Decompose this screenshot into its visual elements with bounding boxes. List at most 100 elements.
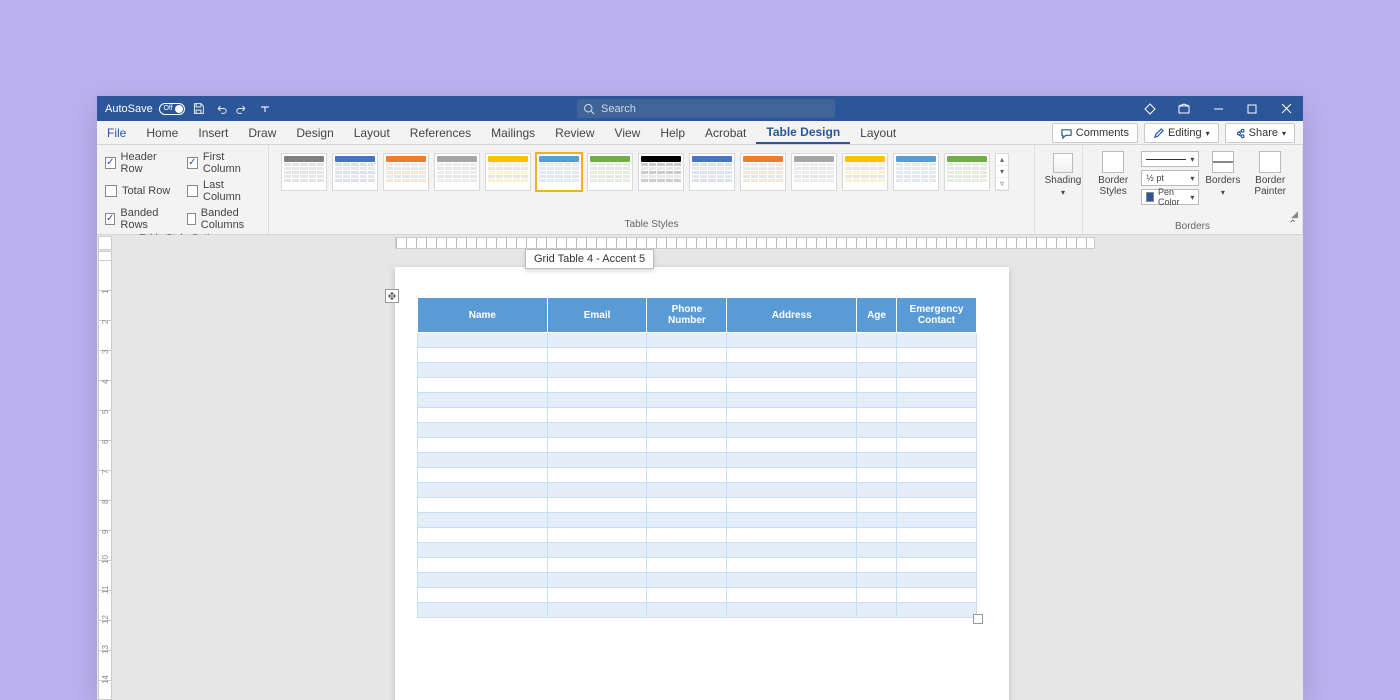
table-row[interactable] [418,453,977,468]
table-header-cell[interactable]: Phone Number [647,298,727,333]
tab-layout[interactable]: Layout [344,121,400,144]
tab-references[interactable]: References [400,121,481,144]
table-cell[interactable] [857,483,897,498]
table-cell[interactable] [727,483,857,498]
table-cell[interactable] [647,408,727,423]
tab-insert[interactable]: Insert [188,121,238,144]
table-cell[interactable] [857,408,897,423]
table-row[interactable] [418,528,977,543]
table-cell[interactable] [897,498,977,513]
table-row[interactable] [418,513,977,528]
table-row[interactable] [418,438,977,453]
table-cell[interactable] [727,348,857,363]
table-cell[interactable] [727,423,857,438]
table-cell[interactable] [547,453,647,468]
table-cell[interactable] [647,363,727,378]
table-cell[interactable] [547,438,647,453]
table-cell[interactable] [647,453,727,468]
table-row[interactable] [418,363,977,378]
table-cell[interactable] [727,588,857,603]
table-cell[interactable] [418,378,548,393]
table-cell[interactable] [418,588,548,603]
table-cell[interactable] [647,438,727,453]
table-cell[interactable] [727,363,857,378]
table-style-thumb[interactable] [332,153,378,191]
table-cell[interactable] [547,603,647,618]
table-row[interactable] [418,468,977,483]
table-cell[interactable] [897,588,977,603]
tab-acrobat[interactable]: Acrobat [695,121,756,144]
table-style-thumb[interactable] [281,153,327,191]
table-cell[interactable] [897,603,977,618]
table-row[interactable] [418,393,977,408]
table-cell[interactable] [857,468,897,483]
table-cell[interactable] [418,468,548,483]
table-cell[interactable] [418,423,548,438]
table-cell[interactable] [857,378,897,393]
chk-last-column[interactable]: Last Column [187,179,260,203]
pen-color-dropdown[interactable]: Pen Color▾ [1141,189,1199,205]
table-cell[interactable] [897,543,977,558]
table-cell[interactable] [418,528,548,543]
table-row[interactable] [418,573,977,588]
table-cell[interactable] [897,348,977,363]
table-cell[interactable] [647,468,727,483]
table-style-thumb[interactable] [485,153,531,191]
table-cell[interactable] [897,528,977,543]
share-button[interactable]: Share ▾ [1225,123,1295,143]
table-cell[interactable] [857,498,897,513]
table-cell[interactable] [727,438,857,453]
shading-button[interactable]: Shading ▾ [1043,149,1083,197]
table-cell[interactable] [547,423,647,438]
undo-icon[interactable] [213,101,229,117]
redo-icon[interactable] [235,101,251,117]
table-cell[interactable] [857,603,897,618]
table-cell[interactable] [727,603,857,618]
diamond-icon[interactable] [1133,96,1167,121]
table-cell[interactable] [547,363,647,378]
table-style-thumb[interactable] [791,153,837,191]
line-weight-dropdown[interactable]: ½ pt▾ [1141,170,1199,186]
table-cell[interactable] [418,438,548,453]
table-cell[interactable] [727,453,857,468]
table-cell[interactable] [727,573,857,588]
table-row[interactable] [418,333,977,348]
table-cell[interactable] [647,573,727,588]
table-cell[interactable] [547,333,647,348]
table-cell[interactable] [647,378,727,393]
table-cell[interactable] [897,378,977,393]
page[interactable]: ✥ NameEmailPhone NumberAddressAgeEmergen… [395,267,1009,700]
save-icon[interactable] [191,101,207,117]
table-style-thumb[interactable] [536,153,582,191]
search-input[interactable]: Search [577,99,835,118]
table-cell[interactable] [857,513,897,528]
chk-header-row[interactable]: Header Row [105,151,173,175]
qat-customize-icon[interactable] [257,101,273,117]
table-cell[interactable] [857,333,897,348]
table-row[interactable] [418,498,977,513]
table-cell[interactable] [857,348,897,363]
tab-help[interactable]: Help [650,121,695,144]
table-cell[interactable] [727,333,857,348]
table-row[interactable] [418,483,977,498]
table-cell[interactable] [547,468,647,483]
table-cell[interactable] [547,498,647,513]
table-style-thumb[interactable] [587,153,633,191]
table-cell[interactable] [727,408,857,423]
tab-mailings[interactable]: Mailings [481,121,545,144]
tab-review[interactable]: Review [545,121,604,144]
table-cell[interactable] [547,393,647,408]
minimize-button[interactable] [1201,96,1235,121]
table-cell[interactable] [647,513,727,528]
document-table[interactable]: NameEmailPhone NumberAddressAgeEmergency… [417,297,977,618]
chk-banded-columns[interactable]: Banded Columns [187,207,260,231]
table-cell[interactable] [897,363,977,378]
table-style-thumb[interactable] [893,153,939,191]
table-cell[interactable] [418,558,548,573]
table-cell[interactable] [647,348,727,363]
comments-button[interactable]: Comments [1052,123,1138,143]
table-cell[interactable] [418,498,548,513]
table-cell[interactable] [418,573,548,588]
table-row[interactable] [418,558,977,573]
table-cell[interactable] [418,348,548,363]
